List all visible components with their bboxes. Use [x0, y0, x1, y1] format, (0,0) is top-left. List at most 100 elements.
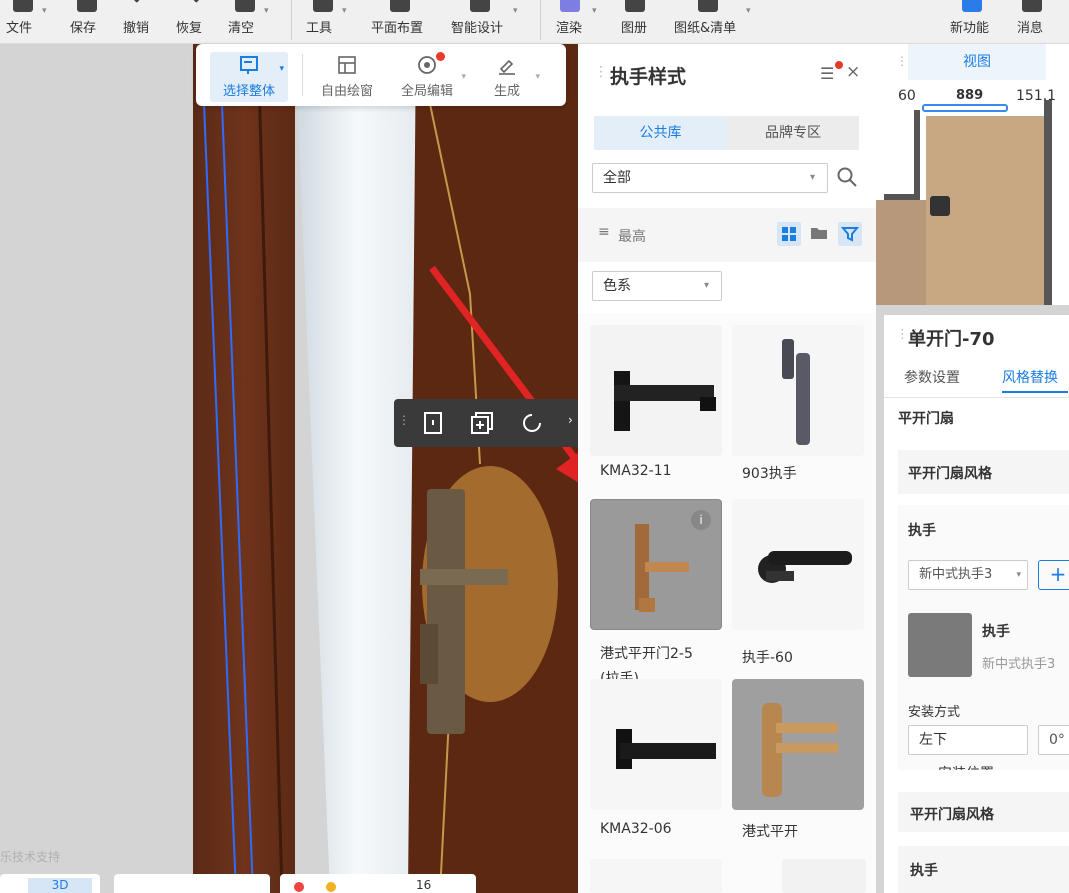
chevron-down-icon: ▾ [461, 72, 466, 82]
install-select[interactable]: 左下 [908, 725, 1028, 755]
generate-button[interactable]: 生成 ▾ [480, 52, 540, 102]
window-icon [338, 56, 356, 74]
floor-plan-view[interactable]: 60 889 151.1 [876, 80, 1069, 305]
count-label: 16 [416, 878, 432, 892]
tab-public-library[interactable]: 公共库 [594, 116, 727, 150]
color-filter-select[interactable]: 色系 ▾ [592, 271, 722, 301]
red-arrow-annotation [429, 265, 578, 483]
file-icon [13, 0, 33, 12]
handle-select-value: 新中式执手3 [919, 567, 993, 582]
status-group: 16 [280, 874, 476, 893]
handle-select[interactable]: 新中式执手3 ▾ [908, 560, 1028, 590]
dimension-left: 60 [898, 88, 916, 104]
smart-design-button[interactable]: 智能设计 ▾ [451, 0, 518, 44]
global-edit-button[interactable]: 全局编辑 ▾ [394, 52, 466, 102]
drawing-list-button[interactable]: 图纸&清单 ▾ [674, 0, 751, 44]
tools-button[interactable]: 工具 ▾ [306, 0, 347, 44]
product-name: 执手-60 [742, 650, 793, 666]
render-button[interactable]: 渲染 ▾ [556, 0, 597, 44]
drag-handle-icon[interactable]: ⋮ [896, 54, 908, 68]
toolbar-divider [291, 0, 292, 40]
property-panel: ⋮⋮ 单开门-70 参数设置 风格替换 平开门扇 平开门扇风格 执手 新中式执手… [884, 315, 1069, 893]
tab-style-replace[interactable]: 风格替换 [1002, 367, 1058, 387]
style-section[interactable]: 平开门扇风格 [898, 792, 1069, 832]
hammer-icon [499, 59, 515, 75]
close-icon[interactable]: × [846, 62, 860, 82]
sort-row: ≡ 最高 [578, 208, 876, 262]
add-copy-icon[interactable] [470, 411, 494, 435]
search-icon[interactable] [836, 166, 858, 188]
style-label: 平开门扇风格 [908, 466, 992, 482]
tab-brand-zone[interactable]: 品牌专区 [727, 116, 859, 150]
save-button[interactable]: 保存 [70, 0, 104, 44]
grid-view-icon[interactable] [777, 222, 801, 246]
angle-input[interactable]: 0° [1038, 725, 1069, 755]
product-card[interactable] [732, 325, 864, 456]
category-select[interactable]: 全部 ▾ [592, 163, 828, 193]
product-card[interactable] [732, 679, 864, 810]
toolbar-divider [302, 54, 303, 96]
top-toolbar: 文件 ▾ 保存 ↶ 撤销 ↷ 恢复 清空 ▾ 工具 ▾ 平面布置 智能设计 ▾ 渲染 ▾ 图册… [0, 0, 1069, 44]
sort-label[interactable]: 最高 [618, 226, 646, 246]
album-button[interactable]: 图册 [621, 0, 649, 44]
product-card[interactable] [590, 325, 722, 456]
round-lever-handle-image [758, 551, 852, 583]
product-name: 903执手 [742, 466, 797, 482]
tab-parameters[interactable]: 参数设置 [904, 367, 960, 387]
view-panel-header: ⋮ 视图 [876, 44, 1069, 80]
wall-segment [884, 110, 920, 200]
3d-viewport[interactable] [0, 44, 578, 893]
install-label: 安装方式 [908, 705, 961, 720]
info-icon[interactable]: i [691, 510, 711, 530]
product-card-selected[interactable]: i [590, 499, 722, 630]
color-filter-value: 色系 [603, 278, 631, 294]
panel-title: 单开门-70 [908, 329, 995, 350]
notification-dot [436, 52, 445, 61]
folder-icon[interactable] [809, 223, 829, 243]
door-icon[interactable] [422, 411, 444, 435]
render-icon [560, 0, 580, 12]
filter-icon[interactable] [838, 222, 862, 246]
file-button[interactable]: 文件 ▾ [6, 0, 47, 44]
section-title: 平开门扇 [898, 411, 954, 427]
camera-icon[interactable] [930, 196, 950, 216]
sort-icon[interactable]: ≡ [598, 224, 610, 240]
product-card[interactable] [590, 679, 722, 810]
chevron-right-icon[interactable]: › [568, 413, 573, 427]
lever-handle-image [616, 729, 716, 769]
undo-button[interactable]: ↶ 撤销 [123, 0, 157, 44]
list-settings-icon[interactable]: ☰ [820, 64, 834, 83]
product-name: 港式平开 [742, 824, 798, 840]
rotate-icon[interactable] [520, 411, 544, 435]
smart-icon [470, 0, 490, 12]
window-handle-image [782, 339, 810, 445]
door-selection-box[interactable] [922, 104, 1008, 112]
lower-property-area: 平开门扇风格 执手 [884, 770, 1069, 893]
view-tools-group[interactable] [114, 874, 270, 893]
add-handle-button[interactable]: + [1038, 560, 1069, 590]
free-window-button[interactable]: 自由绘窗 [314, 52, 380, 102]
layout-button[interactable]: 平面布置 [371, 0, 429, 44]
chevron-down-icon: ▾ [1016, 570, 1021, 580]
chevron-down-icon: ▾ [264, 6, 269, 16]
product-card[interactable] [590, 859, 722, 893]
new-feature-icon [962, 0, 982, 12]
style-section[interactable]: 平开门扇风格 [898, 450, 1069, 494]
eraser-icon [235, 0, 255, 12]
view-panel[interactable]: ⋮ 视图 60 889 151.1 [876, 44, 1069, 305]
redo-button[interactable]: ↷ 恢复 [176, 0, 210, 44]
chevron-down-icon: ▾ [703, 280, 709, 291]
view-tab[interactable]: 视图 [908, 44, 1046, 80]
drag-handle-icon[interactable]: ⋮ [398, 413, 410, 427]
handle-name: 执手 [982, 624, 1010, 640]
clear-button[interactable]: 清空 ▾ [228, 0, 269, 44]
panel-title: 执手样式 [610, 66, 687, 88]
view-3d-button[interactable]: 3D [28, 878, 92, 893]
notification-dot [835, 61, 843, 69]
handle-section[interactable]: 执手 [898, 846, 1069, 893]
new-feature-button[interactable]: 新功能 [950, 0, 994, 44]
message-button[interactable]: 消息 [1017, 0, 1047, 44]
select-all-button[interactable]: 选择整体 ▾ [210, 52, 288, 102]
product-card[interactable] [732, 499, 864, 630]
product-card[interactable] [782, 859, 866, 893]
